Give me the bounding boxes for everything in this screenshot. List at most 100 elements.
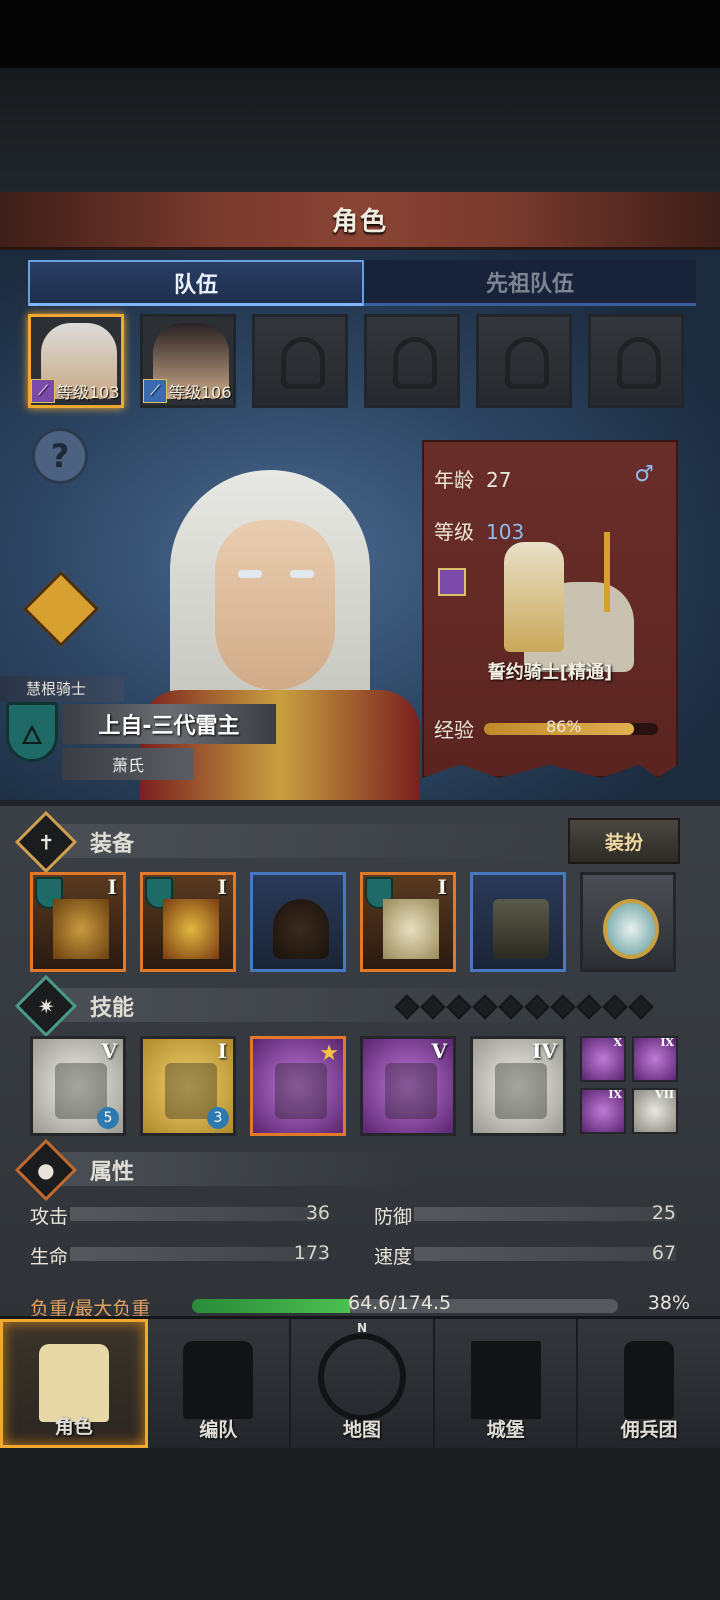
cross-icon: ✝ [14, 810, 78, 874]
skill-count-badge: 5 [97, 1107, 119, 1129]
exp-label: 经验 [434, 718, 474, 742]
attack-label: 攻击 [30, 1206, 69, 1228]
equip-slot-hood[interactable] [250, 872, 346, 972]
clan-tag: 慧根骑士 [0, 676, 124, 702]
skill-slot[interactable]: V [360, 1036, 456, 1136]
crystal-skill-icon [385, 1063, 437, 1119]
defense-label: 防御 [374, 1206, 413, 1228]
hero-info-card: 年龄 27 ♂ 等级 103 誓约骑士[精通] 经验 86% [422, 440, 678, 778]
team-slots: ⟋ 等级103 ⟋ 等级106 [28, 314, 696, 408]
exp-percent: 86% [546, 716, 582, 736]
team-slot-empty[interactable] [252, 314, 348, 408]
staff-icon [53, 899, 109, 959]
tab-team[interactable]: 队伍 [28, 260, 364, 306]
compass-icon [317, 1333, 406, 1421]
hood-icon [273, 899, 329, 959]
boots-icon [493, 899, 549, 959]
unit-class-name: 誓约骑士[精通] [487, 662, 613, 683]
speed-value: 67 [651, 1242, 676, 1264]
knight-icon [38, 1344, 109, 1422]
hero-name[interactable]: 上自-三代雷主 [62, 704, 276, 744]
passive-skill-staff-icon[interactable]: IX [632, 1036, 678, 1082]
passive-skill-explosion-icon[interactable]: VII [632, 1088, 678, 1134]
title-bar: 角色 [0, 192, 720, 250]
skills-title: 技能 [90, 996, 135, 1021]
slot-level: 等级103 [57, 383, 120, 402]
equip-slot-boots[interactable] [470, 872, 566, 972]
attributes-header: ● 属性 [14, 1138, 135, 1202]
sword-class-icon: ⟋ [143, 379, 167, 403]
team-tabs: 队伍 先祖队伍 [28, 260, 696, 306]
slot-level: 等级106 [169, 383, 232, 402]
team-slot-empty[interactable] [588, 314, 684, 408]
speed-label: 速度 [374, 1246, 413, 1268]
attributes-title: 属性 [90, 1160, 135, 1185]
passive-skill-target-icon[interactable]: IX [580, 1088, 626, 1134]
skill-point-dots [394, 994, 654, 1020]
team-slot-2[interactable]: ⟋ 等级106 [140, 314, 236, 408]
empty-helmet-icon [393, 337, 437, 389]
equipment-slots: I I I [30, 872, 676, 972]
equip-slot-book[interactable]: I [140, 872, 236, 972]
defense-value: 25 [651, 1202, 676, 1224]
potion-bag-icon[interactable] [22, 570, 100, 648]
page-title: 角色 [331, 207, 388, 237]
age-value: 27 [486, 468, 512, 492]
nav-formation[interactable]: 编队 [148, 1319, 292, 1448]
figure-icon: ● [14, 1138, 78, 1202]
equipment-header: ✝ 装备 [14, 810, 135, 874]
skill-slots: V5 I3 ★ V IV X IX IX VII [30, 1036, 678, 1136]
banner-icon [624, 1341, 675, 1419]
hp-label: 生命 [30, 1246, 69, 1268]
load-bar-fill [192, 1299, 350, 1313]
castle-icon [470, 1341, 541, 1419]
dress-up-button[interactable]: 装扮 [568, 818, 680, 864]
hero-surname: 萧氏 [62, 748, 194, 780]
passive-skills: X IX IX VII [580, 1036, 678, 1136]
tab-ancestor-team[interactable]: 先祖队伍 [364, 260, 696, 306]
load-percent: 38% [647, 1292, 690, 1314]
nav-castle[interactable]: 城堡 [435, 1319, 579, 1448]
armor-icon [383, 899, 439, 959]
staff-class-icon: ⟋ [31, 379, 55, 403]
spellbook-icon [163, 899, 219, 959]
empty-helmet-icon [617, 337, 661, 389]
skill-slot[interactable]: IV [470, 1036, 566, 1136]
age-label: 年龄 [434, 468, 474, 492]
skill-slot[interactable]: ★ [250, 1036, 346, 1136]
skill-slot[interactable]: V5 [30, 1036, 126, 1136]
hero-panel: 队伍 先祖队伍 ⟋ 等级103 ⟋ 等级106 ? 慧根骑士 🜂 上自-三代雷主 萧… [0, 250, 720, 810]
details-panel: ✝ 装备 装扮 I I I ✷ 技能 V5 I3 ★ V IV X IX IX … [0, 800, 720, 1320]
top-backdrop [0, 68, 720, 192]
bottom-nav: 角色 编队 N 地图 城堡 佣兵团 [0, 1316, 720, 1448]
spike-burst-skill-icon [275, 1063, 327, 1119]
status-bar [0, 0, 720, 68]
star-burst-icon: ✷ [14, 974, 78, 1038]
team-slot-empty[interactable] [364, 314, 460, 408]
equip-slot-armor[interactable]: I [360, 872, 456, 972]
male-icon: ♂ [634, 462, 654, 487]
skill-count-badge: 3 [207, 1107, 229, 1129]
team-slot-1[interactable]: ⟋ 等级103 [28, 314, 124, 408]
passive-skill-burst-icon[interactable]: X [580, 1036, 626, 1082]
help-icon[interactable]: ? [32, 428, 88, 484]
exp-bar: 86% [484, 717, 658, 736]
helmet-icon [183, 1341, 254, 1419]
bottom-spacer [0, 1448, 720, 1600]
nav-mercenaries[interactable]: 佣兵团 [578, 1319, 720, 1448]
flame-crest-icon: 🜂 [6, 702, 58, 762]
hp-value: 173 [293, 1242, 330, 1264]
level-label: 等级 [434, 520, 474, 544]
staff-class-icon [438, 568, 466, 596]
skills-header: ✷ 技能 [14, 974, 135, 1038]
attack-value: 36 [305, 1202, 330, 1224]
team-slot-empty[interactable] [476, 314, 572, 408]
skill-slot[interactable]: I3 [140, 1036, 236, 1136]
load-value: 64.6/174.5 [348, 1292, 452, 1314]
equip-slot-amulet[interactable] [580, 872, 676, 972]
nav-character[interactable]: 角色 [0, 1319, 148, 1448]
crystal-skill-icon [495, 1063, 547, 1119]
equipment-title: 装备 [90, 832, 135, 857]
equip-slot-weapon[interactable]: I [30, 872, 126, 972]
nav-map[interactable]: N 地图 [291, 1319, 435, 1448]
